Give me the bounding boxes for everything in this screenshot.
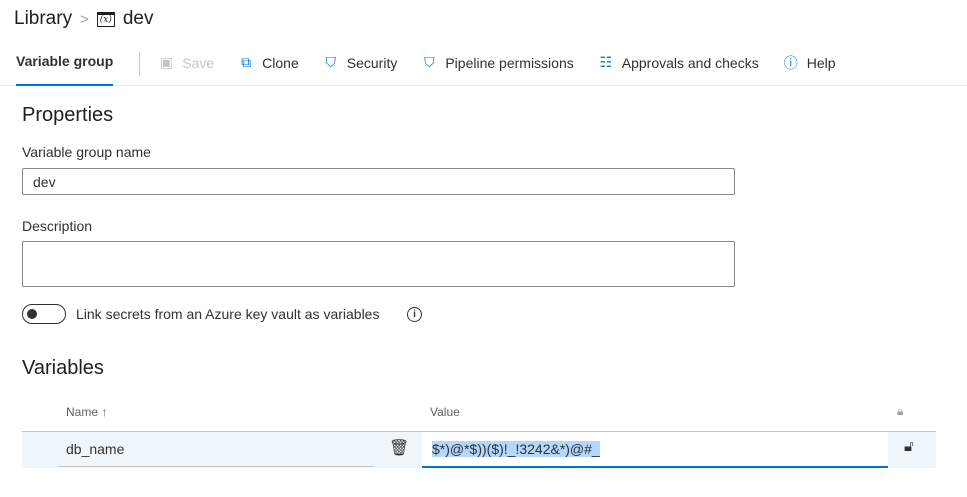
- variable-name-input[interactable]: db_name: [58, 432, 374, 467]
- link-secrets-label: Link secrets from an Azure key vault as …: [76, 306, 380, 322]
- variable-group-icon: (x): [96, 11, 115, 27]
- lock-icon: 🔒︎: [897, 404, 904, 418]
- link-secrets-toggle[interactable]: [22, 304, 66, 324]
- info-icon[interactable]: i: [407, 307, 422, 322]
- toolbar-divider: [139, 51, 141, 76]
- shield-icon: ⛉: [424, 54, 435, 70]
- security-button[interactable]: ⛉ Security: [323, 54, 398, 71]
- chevron-right-icon: >: [80, 10, 89, 28]
- variable-value-input[interactable]: $*)@*$))($)!_!3242&*)@#_: [422, 432, 888, 468]
- save-button[interactable]: ▣ Save: [158, 54, 215, 71]
- pipeline-permissions-label: Pipeline permissions: [445, 54, 574, 71]
- help-button[interactable]: ⓘ Help: [783, 53, 836, 73]
- approvals-label: Approvals and checks: [621, 54, 759, 71]
- group-name-input[interactable]: dev: [22, 168, 735, 195]
- description-label: Description: [22, 218, 93, 234]
- save-label: Save: [182, 54, 215, 71]
- trash-icon[interactable]: 🗑︎: [389, 438, 409, 458]
- checklist-icon: ☷: [599, 54, 613, 70]
- toolbar: Variable group ▣ Save ⧉ Clone ⛉ Security ⛉ P…: [0, 46, 967, 86]
- variables-heading: Variables: [22, 357, 104, 379]
- breadcrumb-current: dev: [122, 8, 154, 29]
- help-label: Help: [806, 54, 836, 71]
- save-icon: ▣: [159, 54, 173, 70]
- help-icon: ⓘ: [783, 54, 798, 71]
- breadcrumb: Library > (x) dev: [14, 8, 153, 30]
- approvals-checks-button[interactable]: ☷ Approvals and checks: [598, 54, 759, 71]
- breadcrumb-library[interactable]: Library: [14, 8, 72, 30]
- unlock-icon[interactable]: 🔓︎: [904, 438, 914, 455]
- clone-button[interactable]: ⧉ Clone: [238, 54, 299, 71]
- description-input[interactable]: [22, 241, 735, 287]
- column-header-name[interactable]: Name ↑: [66, 405, 107, 419]
- clone-label: Clone: [262, 54, 299, 71]
- properties-heading: Properties: [22, 104, 114, 126]
- group-name-label: Variable group name: [22, 144, 151, 160]
- clone-icon: ⧉: [241, 54, 252, 70]
- shield-icon: ⛉: [325, 54, 337, 70]
- column-header-value: Value: [430, 405, 460, 419]
- pipeline-permissions-button[interactable]: ⛉ Pipeline permissions: [421, 54, 574, 71]
- security-label: Security: [346, 54, 398, 71]
- tab-variable-group[interactable]: Variable group: [16, 46, 114, 86]
- variable-value-text: $*)@*$))($)!_!3242&*)@#_: [432, 441, 600, 457]
